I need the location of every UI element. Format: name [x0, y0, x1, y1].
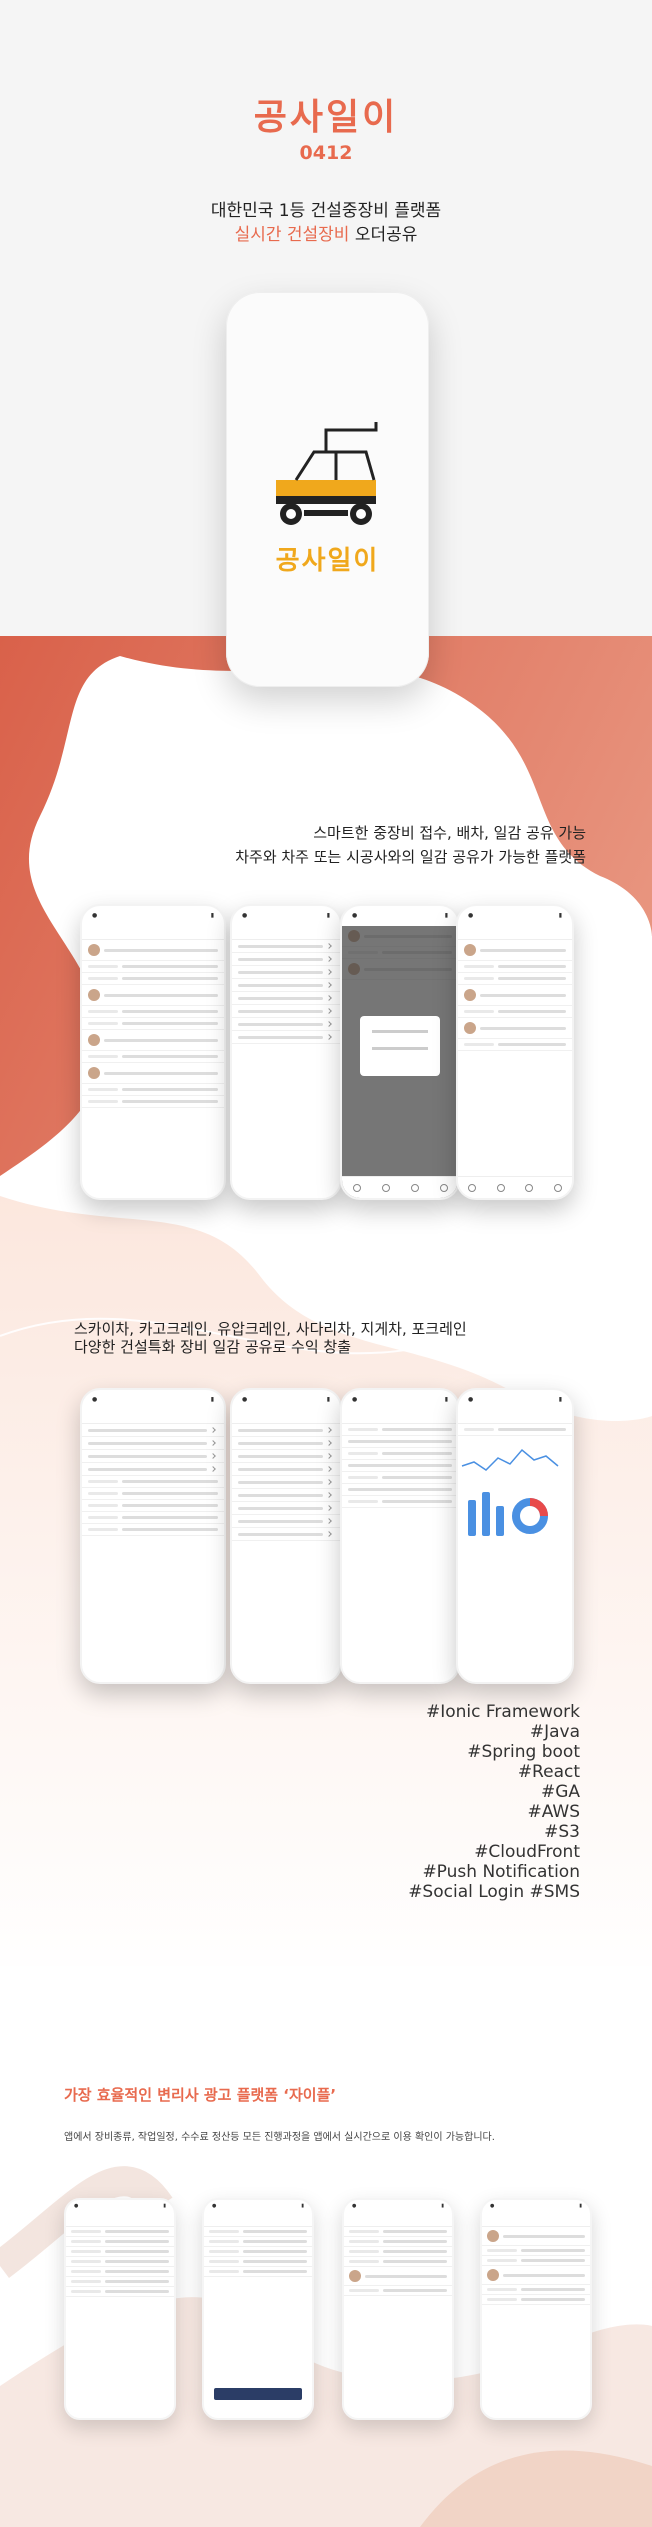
feature1-line2: 차주와 차주 또는 시공사와의 일감 공유가 가능한 플랫폼 [235, 848, 586, 866]
screenshot-select-list: ● ▮ [230, 904, 342, 1200]
hero-phone-mockup: 공사일이 [226, 292, 429, 687]
app-title: 공사일이 [253, 97, 399, 138]
tech-tag: #Ionic Framework [425, 1702, 580, 1722]
excavator-truck-logo-icon [276, 422, 378, 525]
line-chart-graphic [461, 1448, 559, 1471]
screenshot-region-list: ● ▮ [230, 1388, 342, 1684]
tech-tag: #AWS [527, 1802, 580, 1822]
screenshot-dialog: ● ▮ [340, 904, 460, 1200]
feature2-line2: 다양한 건설특화 장비 일감 공유로 수익 창출 [74, 1338, 352, 1356]
screenshot-form-1: ● ▮ [64, 2198, 176, 2420]
tech-tag: #Spring boot [467, 1742, 580, 1762]
bottom-nav[interactable] [342, 1176, 458, 1198]
subtitle-line2: 실시간 건설장비 오더공유 [0, 220, 652, 245]
logo-wordmark: 공사일이 [275, 546, 380, 576]
tech-tag: #CloudFront [474, 1842, 580, 1862]
subtitle-highlight: 실시간 건설장비 [234, 225, 350, 245]
screenshot-notice-list: ● ▮ [340, 1388, 460, 1684]
tech-tag: #Push Notification [422, 1862, 580, 1882]
feature1-line1: 스마트한 중장비 접수, 배차, 일감 공유 가능 [313, 824, 586, 842]
confirm-dialog[interactable] [360, 1016, 440, 1076]
donut-chart-graphic [512, 1498, 548, 1534]
screenshot-form-2: ● ▮ [202, 2198, 314, 2420]
subtitle-line1: 대한민국 1등 건설중장비 플랫폼 [210, 201, 442, 221]
screenshot-detail-1: ● ▮ [342, 2198, 454, 2420]
screenshot-stats: ● ▮ [456, 1388, 574, 1684]
tech-tag: #S3 [544, 1822, 580, 1842]
page: 공사일이 0412 대한민국 1등 건설중장비 플랫폼 실시간 건설장비 오더공… [0, 0, 652, 2527]
subtitle-rest: 오더공유 [349, 225, 418, 245]
screen-header [82, 926, 224, 940]
screenshot-order-list: ● ▮ [80, 904, 226, 1200]
tech-tag: #GA [540, 1782, 580, 1802]
tech-tag: #Social Login #SMS [408, 1882, 580, 1902]
screenshot-order-list-2: ● ▮ [456, 904, 574, 1200]
bottom-description: 앱에서 장비종류, 작업일정, 수수료 정산등 모든 진행과정을 앱에서 실시간… [64, 2132, 495, 2143]
tech-tag-list: #Ionic Framework #Java #Spring boot #Rea… [408, 1702, 580, 1902]
tech-tag: #Java [529, 1722, 580, 1742]
project-code: 0412 [299, 142, 353, 164]
bottom-nav[interactable] [458, 1176, 572, 1198]
tech-tag: #React [517, 1762, 580, 1782]
bar-chart-graphic [458, 1490, 572, 1540]
submit-button[interactable] [214, 2388, 302, 2400]
screenshot-company-list: ● ▮ [80, 1388, 226, 1684]
screenshot-detail-2: ● ▮ [480, 2198, 592, 2420]
bottom-title: 가장 효율적인 변리사 광고 플랫폼 ‘자이플’ [64, 2086, 337, 2104]
status-bar: ● ▮ [92, 912, 214, 919]
